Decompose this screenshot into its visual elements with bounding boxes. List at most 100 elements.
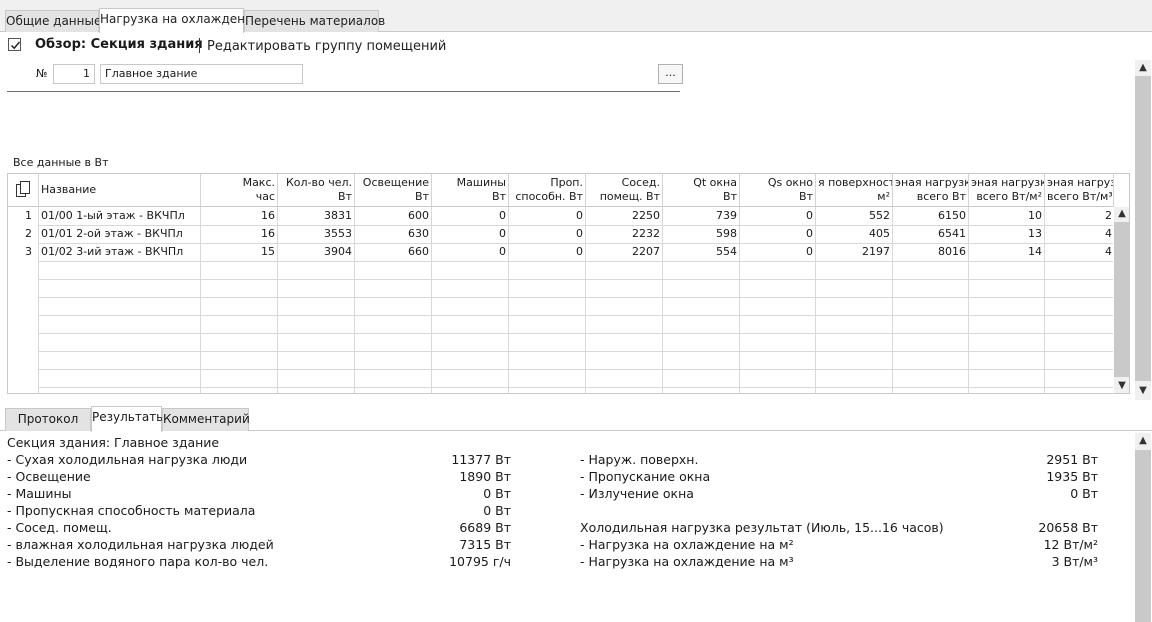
- table-cell[interactable]: 15: [201, 243, 277, 261]
- bottom-tab-bar: Протокол Результаты Комментарий: [0, 404, 1152, 432]
- column-header[interactable]: эная нагрузкавсего Вт/м²: [969, 174, 1045, 207]
- column-header-line2: м²: [877, 190, 890, 203]
- table-cell[interactable]: 3904: [278, 243, 354, 261]
- column-header-line1: Сосед.: [621, 176, 660, 189]
- tab-results[interactable]: Результаты: [91, 406, 166, 432]
- table-cell[interactable]: 4: [1045, 243, 1114, 261]
- column-header-line2: Вт: [338, 190, 352, 203]
- room-name-cell[interactable]: 01/01 2-ой этаж - ВКЧПл: [39, 225, 200, 243]
- column-header-line1: Макс.: [242, 176, 275, 189]
- grid-row-line: [38, 297, 1113, 298]
- table-cell[interactable]: 2207: [586, 243, 662, 261]
- tab-general-data[interactable]: Общие данные: [5, 10, 101, 32]
- result-label: - Сосед. помещ.: [7, 520, 112, 535]
- table-scrollbar-thumb[interactable]: [1114, 222, 1129, 377]
- table-cell[interactable]: 13: [969, 225, 1044, 243]
- column-header-line2: всего Вт/м³: [1047, 190, 1113, 203]
- grid-row-line: [38, 279, 1113, 280]
- scroll-up-arrow-icon[interactable]: ▲: [1135, 61, 1151, 75]
- column-header[interactable]: я поверхностьм²: [816, 174, 893, 207]
- tab-materials-list[interactable]: Перечень материалов: [244, 10, 385, 32]
- column-header[interactable]: Освещение Вт: [355, 174, 432, 207]
- table-cell[interactable]: 4: [1045, 225, 1114, 243]
- table-scroll-up-icon[interactable]: ▲: [1114, 207, 1129, 221]
- column-header[interactable]: Машины Вт: [432, 174, 509, 207]
- results-scrollbar-thumb[interactable]: [1135, 450, 1151, 622]
- column-header[interactable]: Qt окна Вт: [663, 174, 740, 207]
- scrollbar-thumb[interactable]: [1135, 76, 1151, 381]
- tab-cooling-load[interactable]: Нагрузка на охлаждение: [99, 8, 260, 33]
- table-cell[interactable]: 16: [201, 207, 277, 225]
- table-cell[interactable]: 16: [201, 225, 277, 243]
- result-label: - Пропускная способность материала: [7, 503, 256, 518]
- column-header[interactable]: Макс. час: [201, 174, 278, 207]
- table-cell[interactable]: 3553: [278, 225, 354, 243]
- edit-room-group-link[interactable]: Редактировать группу помещений: [207, 39, 446, 54]
- name-field[interactable]: Главное здание: [100, 64, 303, 84]
- table-cell[interactable]: 6541: [893, 225, 968, 243]
- table-cell[interactable]: 0: [509, 207, 585, 225]
- result-value: 6689 Вт: [459, 520, 511, 535]
- results-scroll-up-icon[interactable]: ▲: [1135, 434, 1151, 448]
- table-cell[interactable]: 2: [1045, 207, 1114, 225]
- result-value: 11377 Вт: [451, 452, 511, 467]
- table-cell[interactable]: 6150: [893, 207, 968, 225]
- table-cell[interactable]: 2197: [816, 243, 892, 261]
- column-header-line1: Машины: [456, 176, 506, 189]
- main-scrollbar[interactable]: ▲ ▼: [1135, 60, 1151, 400]
- table-scrollbar[interactable]: ▲ ▼: [1114, 207, 1129, 393]
- table-cell[interactable]: 600: [355, 207, 431, 225]
- table-cell[interactable]: 0: [740, 225, 815, 243]
- column-header[interactable]: Qs окно Вт: [740, 174, 816, 207]
- title-separator: [199, 38, 200, 53]
- table-cell[interactable]: 552: [816, 207, 892, 225]
- table-scroll-down-icon[interactable]: ▼: [1114, 379, 1129, 393]
- number-field[interactable]: 1: [53, 64, 95, 84]
- table-cell[interactable]: 739: [663, 207, 739, 225]
- result-label: - Излучение окна: [580, 486, 694, 501]
- tab-comment[interactable]: Комментарий: [162, 408, 250, 431]
- column-header[interactable]: эная нагрузкавсего Вт: [893, 174, 969, 207]
- result-label: - Сухая холодильная нагрузка люди: [7, 452, 248, 467]
- browse-button[interactable]: ...: [658, 64, 683, 84]
- row-number: 1: [25, 209, 32, 222]
- tab-protocol[interactable]: Протокол: [5, 408, 91, 431]
- table-cell[interactable]: 8016: [893, 243, 968, 261]
- result-label: - Нагрузка на охлаждение на м³: [580, 554, 794, 569]
- result-label: - Нагрузка на охлаждение на м²: [580, 537, 794, 552]
- table-cell[interactable]: 2250: [586, 207, 662, 225]
- copy-icon[interactable]: [8, 174, 39, 207]
- scroll-down-arrow-icon[interactable]: ▼: [1135, 384, 1151, 398]
- column-header[interactable]: Сосед. помещ. Вт: [586, 174, 663, 207]
- table-cell[interactable]: 0: [432, 207, 508, 225]
- result-label: - Освещение: [7, 469, 91, 484]
- column-header-line2: Вт: [415, 190, 429, 203]
- grid-row-line: [38, 333, 1113, 334]
- grid-row-line: [38, 369, 1113, 370]
- table-cell[interactable]: 660: [355, 243, 431, 261]
- table-cell[interactable]: 14: [969, 243, 1044, 261]
- room-name-cell[interactable]: 01/00 1-ый этаж - ВКЧПл: [39, 207, 200, 225]
- table-cell[interactable]: 405: [816, 225, 892, 243]
- table-cell[interactable]: 554: [663, 243, 739, 261]
- table-cell[interactable]: 0: [740, 207, 815, 225]
- table-cell[interactable]: 0: [509, 225, 585, 243]
- column-header[interactable]: Проп. способн. Вт: [509, 174, 586, 207]
- table-cell[interactable]: 0: [432, 243, 508, 261]
- checkmark-icon: [10, 41, 21, 50]
- table-cell[interactable]: 0: [432, 225, 508, 243]
- overview-checkbox[interactable]: [8, 38, 21, 51]
- column-header[interactable]: эная нагрузкавсего Вт/м³: [1045, 174, 1114, 207]
- column-header[interactable]: Кол-во чел. Вт: [278, 174, 355, 207]
- table-cell[interactable]: 2232: [586, 225, 662, 243]
- table-cell[interactable]: 0: [509, 243, 585, 261]
- table-cell[interactable]: 3831: [278, 207, 354, 225]
- column-header[interactable]: Название: [39, 174, 201, 207]
- result-value: 7315 Вт: [459, 537, 511, 552]
- results-scrollbar[interactable]: ▲: [1135, 433, 1151, 622]
- room-name-cell[interactable]: 01/02 3-ий этаж - ВКЧПл: [39, 243, 200, 261]
- table-cell[interactable]: 10: [969, 207, 1044, 225]
- table-cell[interactable]: 0: [740, 243, 815, 261]
- table-cell[interactable]: 598: [663, 225, 739, 243]
- table-cell[interactable]: 630: [355, 225, 431, 243]
